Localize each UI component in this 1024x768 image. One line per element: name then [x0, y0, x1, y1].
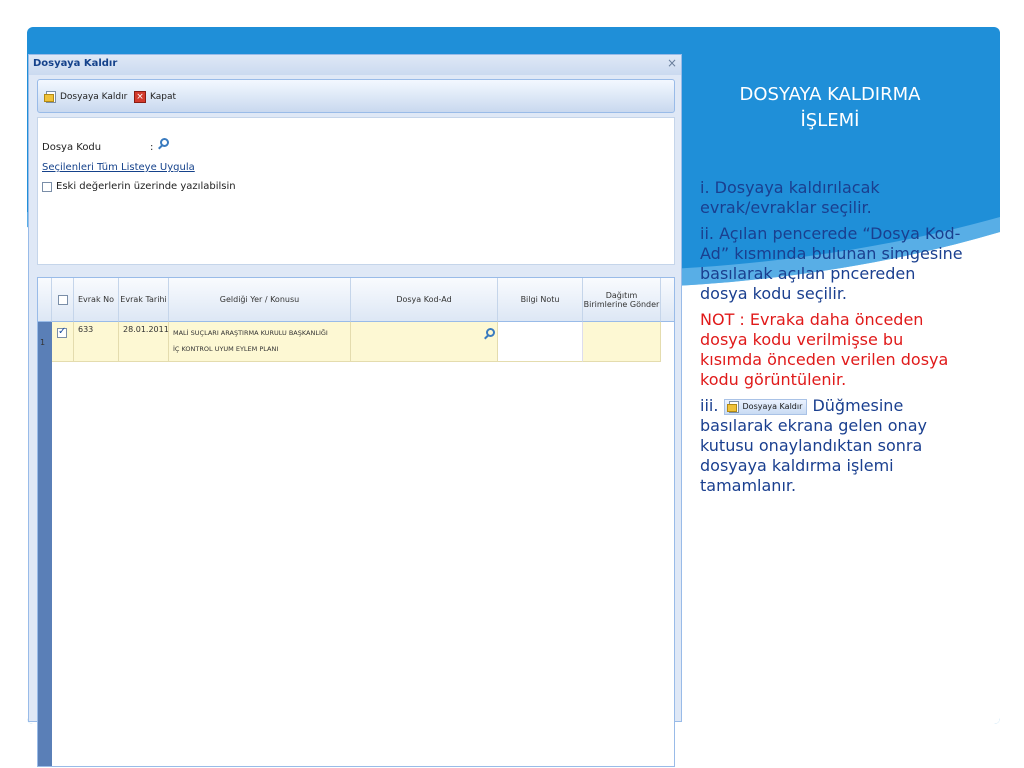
dosyaya-kaldir-button[interactable]: Dosyaya Kaldır: [44, 88, 128, 106]
window-close-icon[interactable]: ×: [667, 56, 677, 70]
apply-all-link[interactable]: Seçilenleri Tüm Listeye Uygula: [42, 162, 195, 173]
grid-header-rownum: [38, 278, 52, 322]
inline-button-label: Dosyaya Kaldır: [742, 401, 803, 411]
select-all-checkbox[interactable]: [57, 294, 68, 305]
window-toolbar: Dosyaya Kaldır × Kapat: [37, 79, 675, 113]
window-title: Dosyaya Kaldır: [33, 58, 118, 69]
step-2-text: ii. Açılan pencerede “Dosya Kod-Ad” kısm…: [700, 224, 963, 303]
overwrite-label: Eski değerlerin üzerinde yazılabilsin: [56, 181, 236, 192]
instruction-panel: i. Dosyaya kaldırılacak evrak/evraklar s…: [700, 178, 968, 502]
folder-document-icon: [44, 91, 56, 103]
row-checkbox[interactable]: [57, 326, 67, 338]
konu-line-2: İÇ KONTROL UYUM EYLEM PLANI: [173, 345, 279, 353]
evrak-grid: Evrak No Evrak Tarihi Geldiği Yer / Konu…: [37, 277, 675, 767]
step-3-prefix: iii.: [700, 396, 719, 415]
grid-header-dosya-kod-ad[interactable]: Dosya Kod-Ad: [351, 278, 498, 322]
row-number: 1: [40, 338, 46, 347]
kapat-label: Kapat: [150, 92, 177, 102]
konu-line-1: MALİ SUÇLARI ARAŞTIRMA KURULU BAŞKANLIĞI: [173, 329, 328, 337]
folder-document-icon: [726, 400, 739, 413]
overwrite-checkbox[interactable]: [42, 182, 52, 192]
window-titlebar: Dosyaya Kaldır ×: [29, 55, 681, 75]
slide-title: DOSYAYA KALDIRMA İŞLEMİ: [700, 82, 960, 134]
dosya-kod-search-icon[interactable]: [486, 328, 495, 337]
grid-header-spacer: [661, 278, 674, 322]
grid-header-evrak-no[interactable]: Evrak No: [74, 278, 119, 322]
close-icon: ×: [134, 91, 146, 103]
cell-evrak-tarihi[interactable]: 28.01.2011: [119, 322, 169, 362]
grid-header-evrak-tarihi[interactable]: Evrak Tarihi: [119, 278, 169, 322]
note-text: NOT : Evraka daha önceden dosya kodu ver…: [700, 310, 949, 389]
grid-header-dagitim[interactable]: Dağıtım Birimlerine Gönder: [583, 278, 661, 322]
dosyaya-kaldir-window: Dosyaya Kaldır × Dosyaya Kaldır × Kapat …: [28, 54, 682, 767]
slide-title-line-2: İŞLEMİ: [800, 110, 860, 131]
dosya-kodu-colon: :: [150, 142, 154, 153]
dosyaya-kaldir-label: Dosyaya Kaldır: [60, 92, 128, 102]
row-number-column: [38, 322, 52, 766]
grid-header-konu[interactable]: Geldiği Yer / Konusu: [169, 278, 351, 322]
kapat-button[interactable]: × Kapat: [134, 88, 176, 106]
cell-konu[interactable]: MALİ SUÇLARI ARAŞTIRMA KURULU BAŞKANLIĞI…: [169, 322, 351, 362]
dosya-kodu-search-icon[interactable]: [160, 138, 169, 147]
cell-evrak-no[interactable]: 633: [74, 322, 119, 362]
step-3-paragraph: iii. Dosyaya Kaldır Düğmesine basılarak …: [700, 396, 968, 496]
form-panel: Dosya Kodu : Seçilenleri Tüm Listeye Uyg…: [37, 117, 675, 265]
step-1-text: i. Dosyaya kaldırılacak evrak/evraklar s…: [700, 178, 880, 217]
cell-dagitim[interactable]: [583, 322, 661, 362]
cell-dosya-kod-ad[interactable]: [351, 322, 498, 362]
inline-dosyaya-kaldir-button: Dosyaya Kaldır: [723, 398, 808, 415]
row-select-cell: [52, 322, 74, 362]
grid-header-select: [52, 278, 74, 322]
dosya-kodu-label: Dosya Kodu: [42, 142, 102, 153]
slide-title-line-1: DOSYAYA KALDIRMA: [739, 84, 921, 105]
cell-bilgi-notu[interactable]: [498, 322, 583, 362]
grid-header-bilgi-notu[interactable]: Bilgi Notu: [498, 278, 583, 322]
